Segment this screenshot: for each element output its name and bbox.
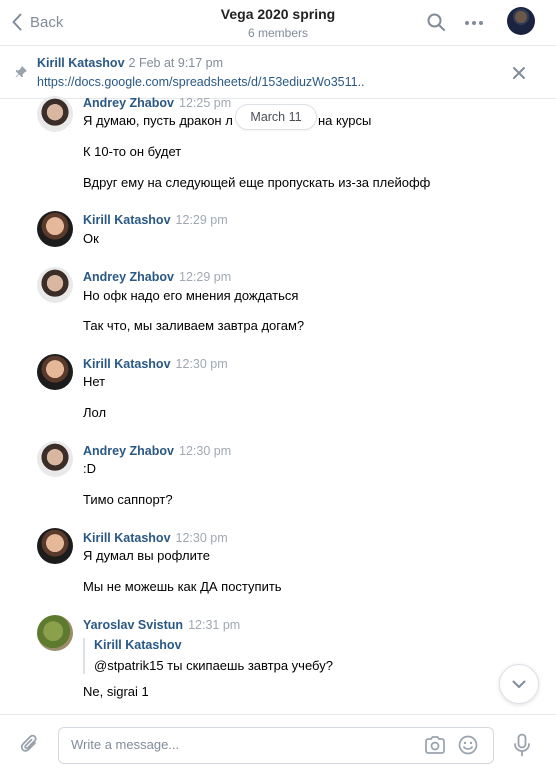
message-time: 12:30 pm: [179, 444, 232, 458]
message-text: Мы не можешь как ДА поступить: [83, 579, 282, 594]
pinned-link[interactable]: https://docs.google.com/spreadsheets/d/1…: [37, 75, 365, 89]
message-text: Тимо саппорт?: [83, 492, 173, 507]
close-icon[interactable]: [512, 66, 526, 80]
avatar[interactable]: [37, 96, 73, 132]
author-name[interactable]: Kirill Katashov: [83, 213, 171, 227]
members-count: 6 members: [247, 26, 309, 40]
message-time: 12:29 pm: [175, 213, 228, 227]
avatar[interactable]: [37, 354, 73, 390]
microphone-icon[interactable]: [513, 733, 531, 757]
chevron-left-icon: [12, 13, 22, 31]
scroll-down-button[interactable]: [499, 664, 539, 704]
message-text: Но офк надо его мнения дождаться: [83, 288, 299, 303]
message-text: Я думаю, пусть дракон л: [83, 113, 233, 128]
paperclip-icon[interactable]: [20, 733, 40, 757]
author-name[interactable]: Andrey Zhabov: [83, 444, 174, 458]
message-author[interactable]: Andrey Zhabov 12:25 pm: [83, 96, 231, 110]
chat-avatar[interactable]: [507, 7, 535, 35]
chat-title-block[interactable]: Vega 2020 spring 6 members: [150, 6, 406, 40]
camera-icon[interactable]: [424, 736, 446, 754]
message-text: Ок: [83, 231, 99, 246]
message-author[interactable]: Kirill Katashov 12:30 pm: [83, 357, 228, 371]
back-label: Back: [30, 13, 64, 31]
message-text: :D: [83, 461, 96, 476]
chat-header: Back Vega 2020 spring 6 members: [0, 0, 556, 46]
message-text: Нет: [83, 374, 106, 389]
chat-title: Vega 2020 spring: [220, 6, 336, 22]
avatar[interactable]: [37, 211, 73, 247]
date-divider: March 11: [235, 104, 317, 130]
message-input[interactable]: [71, 737, 411, 752]
message-text: Я думал вы рофлите: [83, 548, 210, 563]
message-text: К 10-то он будет: [83, 144, 182, 159]
author-name[interactable]: Yaroslav Svistun: [83, 618, 183, 632]
message-author[interactable]: Andrey Zhabov 12:29 pm: [83, 270, 231, 284]
pinned-author[interactable]: Kirill Katashov 2 Feb at 9:17 pm: [37, 56, 223, 70]
pinned-author-name[interactable]: Kirill Katashov: [37, 56, 125, 70]
message-author[interactable]: Andrey Zhabov 12:30 pm: [83, 444, 231, 458]
reply-quote[interactable]: Kirill Katashov @stpatrik15 ты скипаешь …: [83, 638, 383, 674]
message-author[interactable]: Kirill Katashov 12:29 pm: [83, 213, 228, 227]
pin-icon: [15, 66, 27, 78]
author-name[interactable]: Andrey Zhabov: [83, 270, 174, 284]
message-author[interactable]: Kirill Katashov 12:30 pm: [83, 531, 228, 545]
author-name[interactable]: Kirill Katashov: [83, 531, 171, 545]
message-text: Ne, sigrai 1: [83, 684, 149, 699]
message-time: 12:30 pm: [175, 531, 228, 545]
message-text: Так что, мы заливаем завтра догам?: [83, 318, 305, 333]
message-time: 12:25 pm: [179, 96, 232, 110]
pinned-message[interactable]: Kirill Katashov 2 Feb at 9:17 pm https://…: [0, 47, 556, 99]
message-time: 12:29 pm: [179, 270, 232, 284]
quote-author[interactable]: Kirill Katashov: [94, 638, 383, 652]
pinned-date: 2 Feb at 9:17 pm: [128, 56, 224, 70]
message-author[interactable]: Yaroslav Svistun 12:31 pm: [83, 618, 240, 632]
chevron-down-icon: [512, 680, 526, 688]
smile-icon[interactable]: [458, 735, 478, 755]
avatar[interactable]: [37, 528, 73, 564]
message-text: Вдруг ему на следующей еще пропускать из…: [83, 175, 431, 190]
quote-text: @stpatrik15 ты скипаешь завтра учебу?: [94, 658, 333, 673]
author-name[interactable]: Kirill Katashov: [83, 357, 171, 371]
author-name[interactable]: Andrey Zhabov: [83, 96, 174, 110]
back-button[interactable]: Back: [12, 10, 63, 34]
avatar[interactable]: [37, 267, 73, 303]
avatar[interactable]: [37, 615, 73, 651]
message-text: на курсы: [318, 113, 372, 128]
message-time: 12:31 pm: [188, 618, 241, 632]
avatar[interactable]: [37, 441, 73, 477]
message-time: 12:30 pm: [175, 357, 228, 371]
search-icon[interactable]: [426, 12, 446, 32]
message-text: Лол: [83, 405, 107, 420]
more-icon[interactable]: [464, 20, 484, 26]
